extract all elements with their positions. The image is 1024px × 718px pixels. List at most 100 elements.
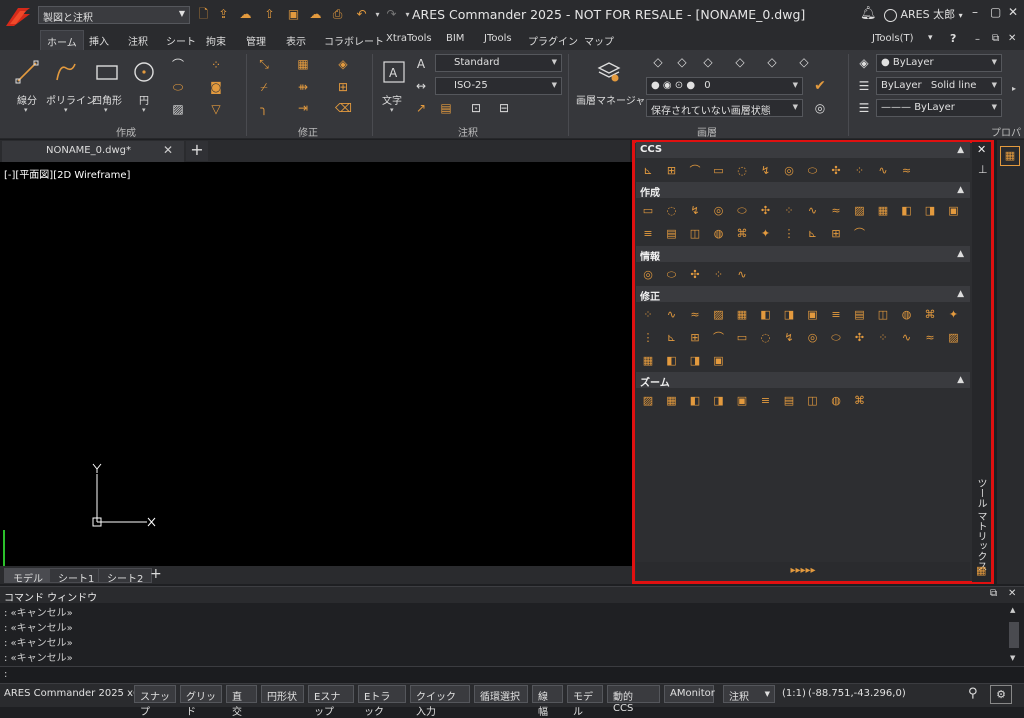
id-point-icon[interactable]: ✣: [686, 266, 704, 284]
stretch-icon[interactable]: ≡: [827, 306, 845, 324]
new-file-icon[interactable]: 🗋: [196, 7, 211, 22]
region-icon[interactable]: ▤: [663, 225, 681, 243]
palette-section-header[interactable]: 修正 ▲: [636, 286, 970, 303]
cmd-float-icon[interactable]: ⧉: [990, 588, 997, 599]
menu-tab-9[interactable]: BIM: [440, 32, 470, 45]
scale-icon[interactable]: ◧: [757, 306, 775, 324]
layer-state-dropdown[interactable]: 保存されていない画層状態 ▼: [646, 99, 803, 117]
ellipse-icon[interactable]: ∿: [804, 202, 822, 220]
print-icon[interactable]: ⎙: [330, 7, 345, 22]
ccs-3point-icon[interactable]: ⌒: [686, 162, 704, 180]
extend-icon[interactable]: ⇥: [295, 100, 311, 116]
undo-icon[interactable]: ↶: [354, 7, 369, 22]
table-icon[interactable]: ▣: [945, 202, 963, 220]
collapse-triangle-icon[interactable]: ▲: [957, 145, 964, 155]
add-sheet-icon[interactable]: +: [150, 566, 162, 582]
block-edit-icon[interactable]: ⊞: [335, 79, 351, 95]
annotation-scale-dropdown[interactable]: 注釈 ▼: [723, 685, 775, 703]
ccs-z-icon[interactable]: ✣: [827, 162, 845, 180]
hatch-icon[interactable]: ▨: [170, 101, 186, 117]
text-style-icon[interactable]: A: [413, 56, 429, 72]
scroll-down-icon[interactable]: ▼: [1010, 654, 1015, 662]
command-input[interactable]: :: [0, 666, 1024, 683]
ccs-zaxis-icon[interactable]: ⁘: [851, 162, 869, 180]
status-toggle-6[interactable]: クイック入力: [410, 685, 470, 718]
circle-dropdown-icon[interactable]: ▾: [142, 106, 146, 114]
ccs-y-icon[interactable]: ⬭: [804, 162, 822, 180]
ccs-named-icon[interactable]: ≈: [898, 162, 916, 180]
palette-menu-icon[interactable]: ▦: [976, 564, 986, 577]
sheet-tab-model[interactable]: モデル: [4, 568, 52, 585]
polyline-label[interactable]: ポリライン: [46, 92, 96, 107]
rectangle-tool-icon[interactable]: [94, 60, 120, 84]
zoom-center-icon[interactable]: ▣: [733, 392, 751, 410]
menu-tab-12[interactable]: マップ: [578, 32, 620, 49]
lineweight-dropdown[interactable]: ——— ByLayer ▼: [876, 99, 1002, 117]
circle-tool-icon[interactable]: [132, 60, 156, 84]
hatchedit-icon[interactable]: ⬭: [827, 329, 845, 347]
layer-state-icon[interactable]: ◇: [650, 54, 666, 70]
ccs-object-icon[interactable]: ◌: [733, 162, 751, 180]
markup-icon[interactable]: ⊡: [468, 100, 484, 116]
palette-expand[interactable]: ▸▸▸▸▸: [636, 562, 970, 580]
doc-restore-icon[interactable]: ⧉: [992, 33, 999, 44]
settings-gear-icon[interactable]: ⚙: [990, 685, 1012, 704]
chamfer-icon[interactable]: ⌘: [921, 306, 939, 324]
divide-icon[interactable]: ▭: [733, 329, 751, 347]
status-toggle-0[interactable]: スナップ: [134, 685, 176, 718]
palette-close-icon[interactable]: ✕: [977, 143, 986, 156]
layer-lock-icon[interactable]: ◇: [732, 54, 748, 70]
text-tool-icon[interactable]: A: [382, 60, 406, 84]
layer-stack-icon[interactable]: ◎: [812, 100, 828, 116]
location-pin-icon[interactable]: ⚲: [968, 686, 978, 701]
circle-label[interactable]: 円: [139, 92, 149, 107]
layer-off-icon[interactable]: ◇: [700, 54, 716, 70]
dim-style-icon[interactable]: ↔: [413, 78, 429, 94]
match-properties-icon[interactable]: ◈: [856, 55, 872, 71]
status-toggle-11[interactable]: AMonitor: [664, 685, 715, 703]
collapse-triangle-icon[interactable]: ▲: [957, 375, 964, 385]
line-label[interactable]: 線分: [17, 92, 37, 107]
menu-tab-4[interactable]: 拘束: [200, 32, 232, 49]
points-icon[interactable]: ▨: [851, 202, 869, 220]
ellipse-icon[interactable]: ⬭: [170, 79, 186, 95]
erase-icon[interactable]: ⌫: [335, 100, 352, 116]
ccs-x-icon[interactable]: ◎: [780, 162, 798, 180]
viewport-label[interactable]: [-][平面図][2D Wireframe]: [4, 166, 130, 181]
status-toggle-4[interactable]: Eスナップ: [308, 685, 354, 718]
cloud-open-icon[interactable]: ☁: [238, 7, 253, 22]
minimize-icon[interactable]: –: [972, 5, 978, 19]
region-icon[interactable]: ◙: [208, 79, 224, 95]
layer-dropdown[interactable]: ● ◉ ⊙ ● 0 ▼: [646, 77, 803, 95]
mtext-icon[interactable]: ◍: [710, 225, 728, 243]
ares-logo-icon[interactable]: [4, 4, 32, 28]
move-icon[interactable]: ⤡: [256, 56, 272, 72]
sheet-tab-1[interactable]: シート1: [49, 568, 104, 585]
menu-tab-8[interactable]: XtraTools: [380, 32, 438, 45]
lineweight-icon[interactable]: ☰: [856, 100, 872, 116]
layer-isolate-icon[interactable]: ◇: [674, 54, 690, 70]
ungroup-icon[interactable]: ▨: [945, 329, 963, 347]
user-account[interactable]: ARES 太郎 ▾: [884, 6, 963, 22]
properties-icon[interactable]: ∿: [733, 266, 751, 284]
menu-tab-2[interactable]: 注釈: [122, 32, 154, 49]
color-dropdown[interactable]: ● ByLayer ▼: [876, 54, 1002, 72]
polyline-tool-icon[interactable]: [54, 60, 78, 84]
block-clean-icon[interactable]: ▣: [710, 352, 728, 370]
leader-icon[interactable]: ↗: [413, 100, 429, 116]
text-style-dropdown[interactable]: Standard ▼: [435, 54, 562, 72]
ccs-view-icon[interactable]: ↯: [757, 162, 775, 180]
collapse-triangle-icon[interactable]: ▲: [957, 249, 964, 259]
notification-bell-icon[interactable]: 🔔︎: [860, 6, 877, 21]
doc-close-icon[interactable]: ✕: [1008, 33, 1016, 44]
dim-style-dropdown[interactable]: ISO-25 ▼: [435, 77, 562, 95]
polygon-icon[interactable]: ↯: [686, 202, 704, 220]
circle-icon[interactable]: ⁘: [780, 202, 798, 220]
status-toggle-10[interactable]: 動的 CCS: [607, 685, 660, 714]
menu-tab-10[interactable]: JTools: [478, 32, 518, 45]
new-tab-icon[interactable]: +: [186, 141, 208, 161]
workspace-dropdown[interactable]: 製図と注釈 ▼: [38, 6, 190, 24]
attribute-icon[interactable]: ⌒: [851, 225, 869, 243]
status-toggle-5[interactable]: Eトラック: [358, 685, 406, 718]
jtools-menu[interactable]: JTools(T): [872, 33, 914, 44]
